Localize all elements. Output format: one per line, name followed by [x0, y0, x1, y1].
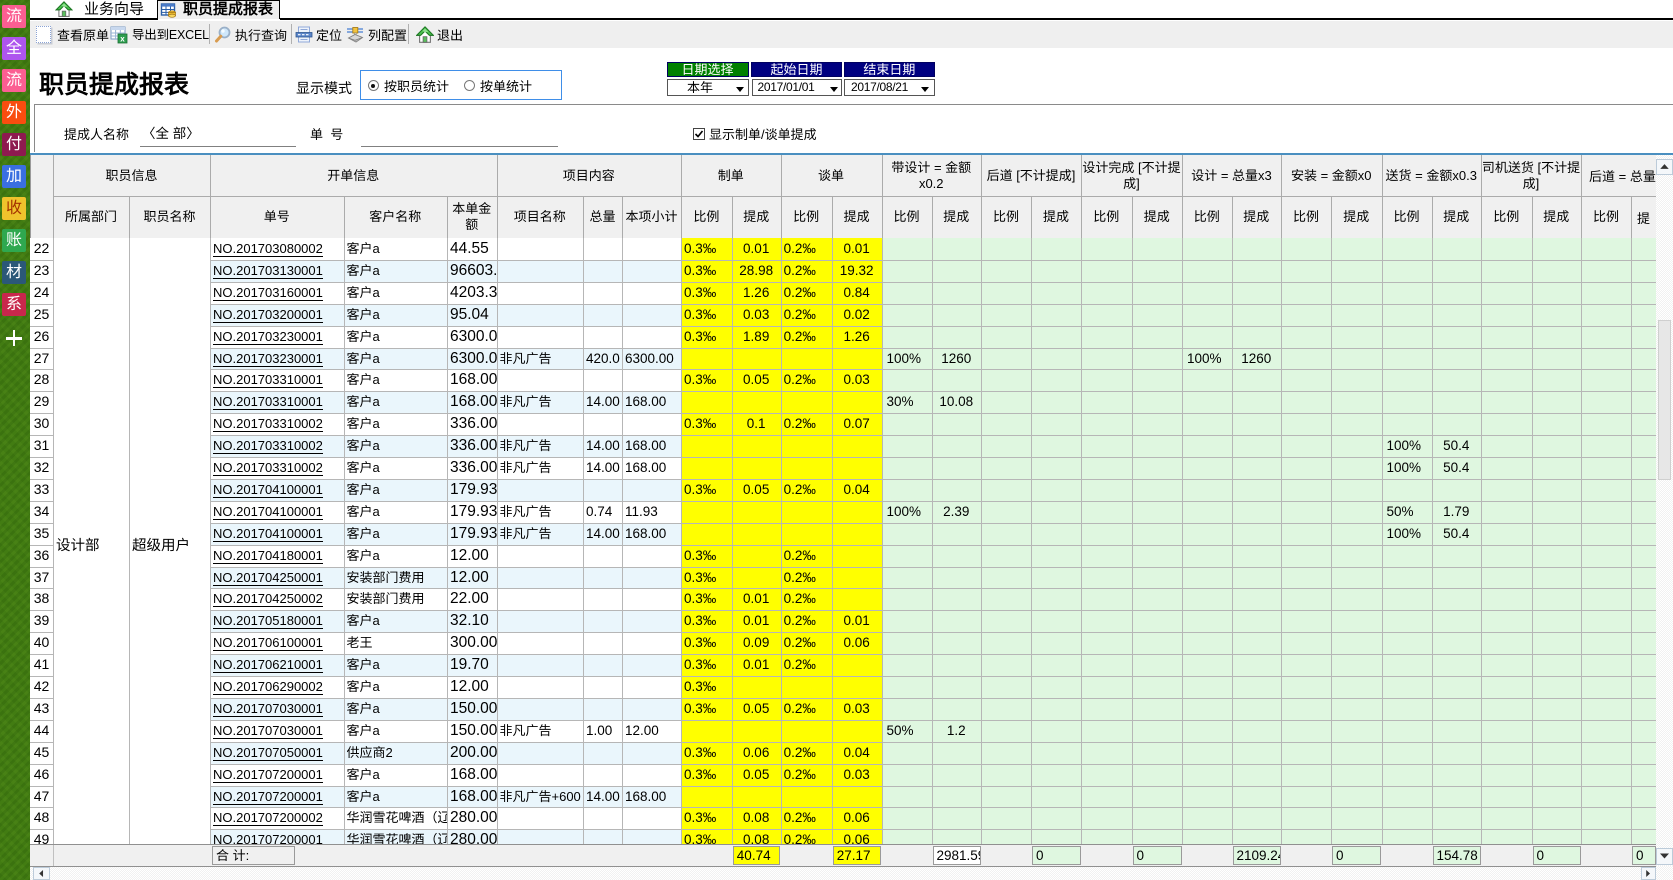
svg-text:x: x	[120, 34, 125, 43]
